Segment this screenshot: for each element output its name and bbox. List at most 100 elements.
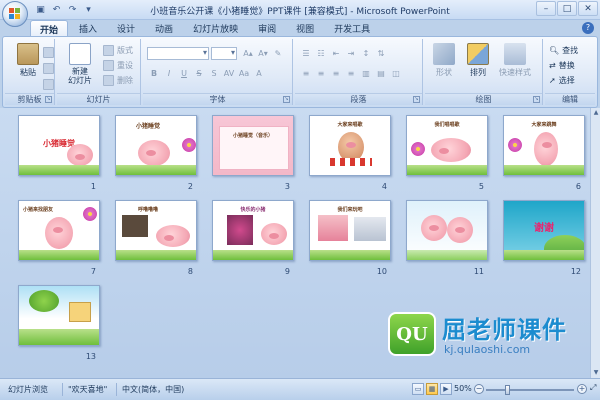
bullets-icon[interactable]: ☰ [299, 47, 313, 60]
slide-thumbnail[interactable] [406, 200, 488, 261]
pig-image [447, 217, 473, 243]
delete-button[interactable]: 删除 [103, 73, 133, 87]
tab-developer[interactable]: 开发工具 [325, 20, 379, 36]
slide-sorter-view-icon[interactable]: ▦ [426, 383, 438, 395]
underline-icon[interactable]: U [177, 67, 191, 80]
slide-number: 8 [187, 267, 193, 276]
align-buttons: ≡ ≡ ≡ ≡ ▥ ▤ ◫ [299, 67, 403, 80]
arrange-button[interactable]: 排列 [461, 43, 495, 91]
font-name-combo[interactable] [147, 47, 209, 60]
slide-thumbnail[interactable]: 小猪睡觉 [18, 115, 100, 176]
slide-thumbnail[interactable]: 呼噜噜噜 [115, 200, 197, 261]
slide-number: 6 [575, 182, 581, 191]
group-clipboard: 粘贴 剪贴板 ↘ [5, 39, 55, 105]
slide-thumbnail[interactable]: 我们来玩吧 [309, 200, 391, 261]
zoom-slider[interactable] [486, 385, 574, 395]
slide-thumbnail[interactable]: 大家来跳舞 [503, 115, 585, 176]
normal-view-icon[interactable]: ▭ [412, 383, 424, 395]
font-launcher-icon[interactable]: ↘ [283, 96, 290, 103]
numbering-icon[interactable]: ☷ [314, 47, 328, 60]
change-case-icon[interactable]: Aa [237, 67, 251, 80]
drawing-launcher-icon[interactable]: ↘ [533, 96, 540, 103]
columns-icon[interactable]: ▥ [359, 67, 373, 80]
line-spacing-icon[interactable]: ↕ [359, 47, 373, 60]
minimize-icon[interactable]: – [536, 1, 556, 16]
slide-thumbnail[interactable] [18, 285, 100, 346]
tab-home[interactable]: 开始 [30, 20, 69, 36]
maximize-icon[interactable]: □ [557, 1, 577, 16]
slide-thumbnail[interactable]: 大家来唱歌 [309, 115, 391, 176]
office-button[interactable] [2, 1, 28, 27]
tab-design[interactable]: 设计 [108, 20, 144, 36]
quick-styles-button[interactable]: 快速样式 [493, 43, 537, 91]
watermark: QU 屈老师课件 kj.qulaoshi.com [388, 310, 598, 364]
pig-image [261, 223, 287, 245]
new-slide-button[interactable]: 新建 幻灯片 [61, 43, 99, 91]
status-language[interactable]: 中文(简体，中国) [122, 384, 184, 395]
align-right-icon[interactable]: ≡ [329, 67, 343, 80]
replace-button[interactable]: ⇄ 替换 [549, 58, 575, 72]
shrink-font-icon[interactable]: A▾ [256, 47, 270, 60]
tab-insert[interactable]: 插入 [70, 20, 106, 36]
fit-window-icon[interactable]: ⤢ [590, 383, 596, 393]
group-label-slides: 幻灯片 [57, 93, 140, 105]
strikethrough-icon[interactable]: S [192, 67, 206, 80]
smartart-icon[interactable]: ◫ [389, 67, 403, 80]
scroll-up-icon[interactable]: ▲ [592, 109, 600, 117]
slide-number: 1 [90, 182, 96, 191]
align-center-icon[interactable]: ≡ [314, 67, 328, 80]
justify-icon[interactable]: ≡ [344, 67, 358, 80]
text-direction-icon[interactable]: ⇅ [374, 47, 388, 60]
reset-button[interactable]: 重设 [103, 58, 133, 72]
arrange-icon [467, 43, 489, 65]
slide-thumbnail[interactable]: 小猪睡觉（音乐） [212, 115, 294, 176]
slide-thumbnail[interactable]: 小猪来找朋友 [18, 200, 100, 261]
tab-slide-show[interactable]: 幻灯片放映 [184, 20, 247, 36]
shadow-icon[interactable]: S [207, 67, 221, 80]
grow-font-icon[interactable]: A▴ [241, 47, 255, 60]
format-painter-icon[interactable] [43, 77, 54, 91]
layout-button[interactable]: 版式 [103, 43, 133, 57]
cut-icon[interactable] [43, 45, 54, 59]
font-size-combo[interactable] [211, 47, 237, 60]
shapes-icon [433, 43, 455, 65]
photo-image [354, 217, 386, 241]
close-icon[interactable]: ✕ [578, 1, 598, 16]
slide-show-icon[interactable]: ▶ [440, 383, 452, 395]
align-text-icon[interactable]: ▤ [374, 67, 388, 80]
italic-icon[interactable]: I [162, 67, 176, 80]
window-title: 小班音乐公开课《小猪睡觉》PPT课件 [兼容模式] - Microsoft Po… [150, 7, 450, 17]
slide-number: 11 [473, 267, 484, 276]
watermark-url: kj.qulaoshi.com [444, 343, 531, 356]
slide-thumbnail[interactable]: 谢谢 [503, 200, 585, 261]
slide-thumbnail[interactable]: 快乐的小猪 [212, 200, 294, 261]
increase-indent-icon[interactable]: ⇥ [344, 47, 358, 60]
zoom-slider-thumb[interactable] [505, 385, 510, 395]
group-label-editing: 编辑 [545, 93, 595, 105]
align-left-icon[interactable]: ≡ [299, 67, 313, 80]
copy-icon[interactable] [43, 61, 54, 75]
decrease-indent-icon[interactable]: ⇤ [329, 47, 343, 60]
slide-thumbnail[interactable]: 小猪睡觉 [115, 115, 197, 176]
tab-view[interactable]: 视图 [287, 20, 323, 36]
paragraph-launcher-icon[interactable]: ↘ [413, 96, 420, 103]
zoom-level[interactable]: 50% [454, 384, 472, 393]
shapes-button[interactable]: 形状 [427, 43, 461, 91]
select-button[interactable]: ➚ 选择 [549, 73, 575, 87]
zoom-out-icon[interactable]: − [474, 384, 484, 394]
font-color-icon[interactable]: A [252, 67, 266, 80]
tab-animations[interactable]: 动画 [146, 20, 182, 36]
select-icon: ➚ [549, 75, 556, 85]
zoom-in-icon[interactable]: + [577, 384, 587, 394]
paste-button[interactable]: 粘贴 [11, 43, 45, 91]
clear-format-icon[interactable]: ✎ [271, 47, 285, 60]
spacing-icon[interactable]: AV [222, 67, 236, 80]
slide-number: 10 [376, 267, 387, 276]
help-icon[interactable]: ? [582, 22, 594, 34]
find-button[interactable]: 🔍︎ 查找 [549, 43, 578, 57]
bold-icon[interactable]: B [147, 67, 161, 80]
scroll-down-icon[interactable]: ▼ [592, 369, 600, 377]
tab-review[interactable]: 审阅 [249, 20, 285, 36]
clipboard-launcher-icon[interactable]: ↘ [45, 96, 52, 103]
slide-thumbnail[interactable]: 我们唱唱歌 [406, 115, 488, 176]
